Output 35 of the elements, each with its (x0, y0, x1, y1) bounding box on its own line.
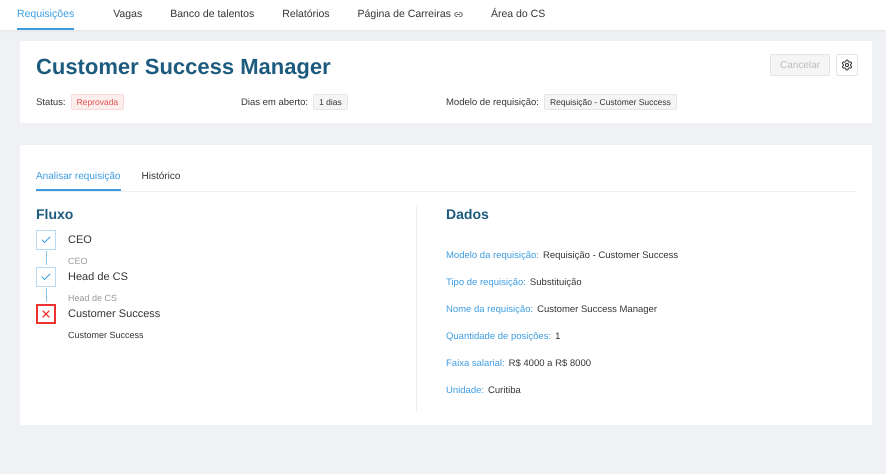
settings-icon (841, 59, 853, 71)
field-value: 1 (555, 331, 560, 342)
step-role: Customer Success (68, 329, 145, 340)
nav-tab[interactable]: Vagas (100, 0, 156, 30)
field-value: R$ 4000 a R$ 8000 (508, 358, 592, 369)
section-title: Dados (446, 206, 490, 222)
field-value: Requisição - Customer Success (542, 250, 678, 261)
field-value: Curitiba (488, 385, 521, 396)
nav-tab[interactable]: Área do CS (478, 0, 558, 30)
meta-label: Modelo de requisição: (446, 96, 539, 108)
field-value: Substituição (530, 277, 582, 288)
field-label: Quantidade de posições: (446, 331, 552, 342)
nav-tab[interactable]: Página de Carreiras (344, 0, 476, 30)
meta-value: Requisição - Customer Success (544, 94, 677, 110)
step-role: CEO (68, 255, 89, 267)
field-label: Unidade: (446, 385, 484, 396)
settings-button[interactable] (836, 54, 858, 76)
page-title: Customer Success Manager (36, 54, 331, 80)
tab[interactable]: Histórico (142, 159, 180, 191)
meta-label: Dias em aberto: (241, 96, 308, 108)
meta-value: 1 dias (313, 94, 348, 110)
step-role: Head de CS (68, 292, 118, 304)
field-label: Faixa salarial: (446, 358, 505, 369)
meta-label: Status: (36, 96, 66, 108)
step-name: Head de CS (68, 271, 129, 283)
field-label: Tipo de requisição: (446, 277, 526, 288)
section-title: Fluxo (36, 206, 74, 222)
field-label: Modelo da requisição: (446, 250, 539, 261)
field-value: Customer Success Manager (537, 304, 657, 315)
nav-tab[interactable]: Relatórios (269, 0, 343, 30)
status-tag: Reprovada (70, 94, 124, 110)
step-name: Customer Success (68, 308, 162, 320)
nav-tab[interactable]: Banco de talentos (157, 0, 268, 30)
field-label: Nome da requisição: (446, 304, 534, 315)
step-name: CEO (68, 234, 93, 246)
